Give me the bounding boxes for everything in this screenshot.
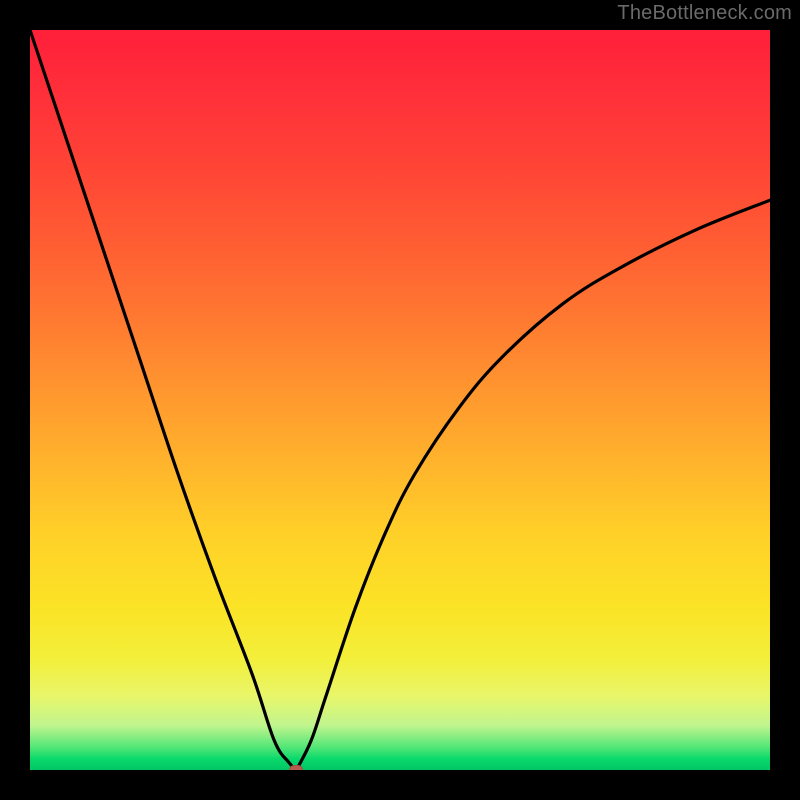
curve-right-branch bbox=[296, 200, 770, 770]
curve-svg bbox=[30, 30, 770, 770]
minimum-marker bbox=[289, 765, 303, 770]
curve-left-branch bbox=[30, 30, 296, 770]
watermark-text: TheBottleneck.com bbox=[617, 2, 792, 25]
plot-area bbox=[30, 30, 770, 770]
chart-frame: TheBottleneck.com bbox=[0, 0, 800, 800]
